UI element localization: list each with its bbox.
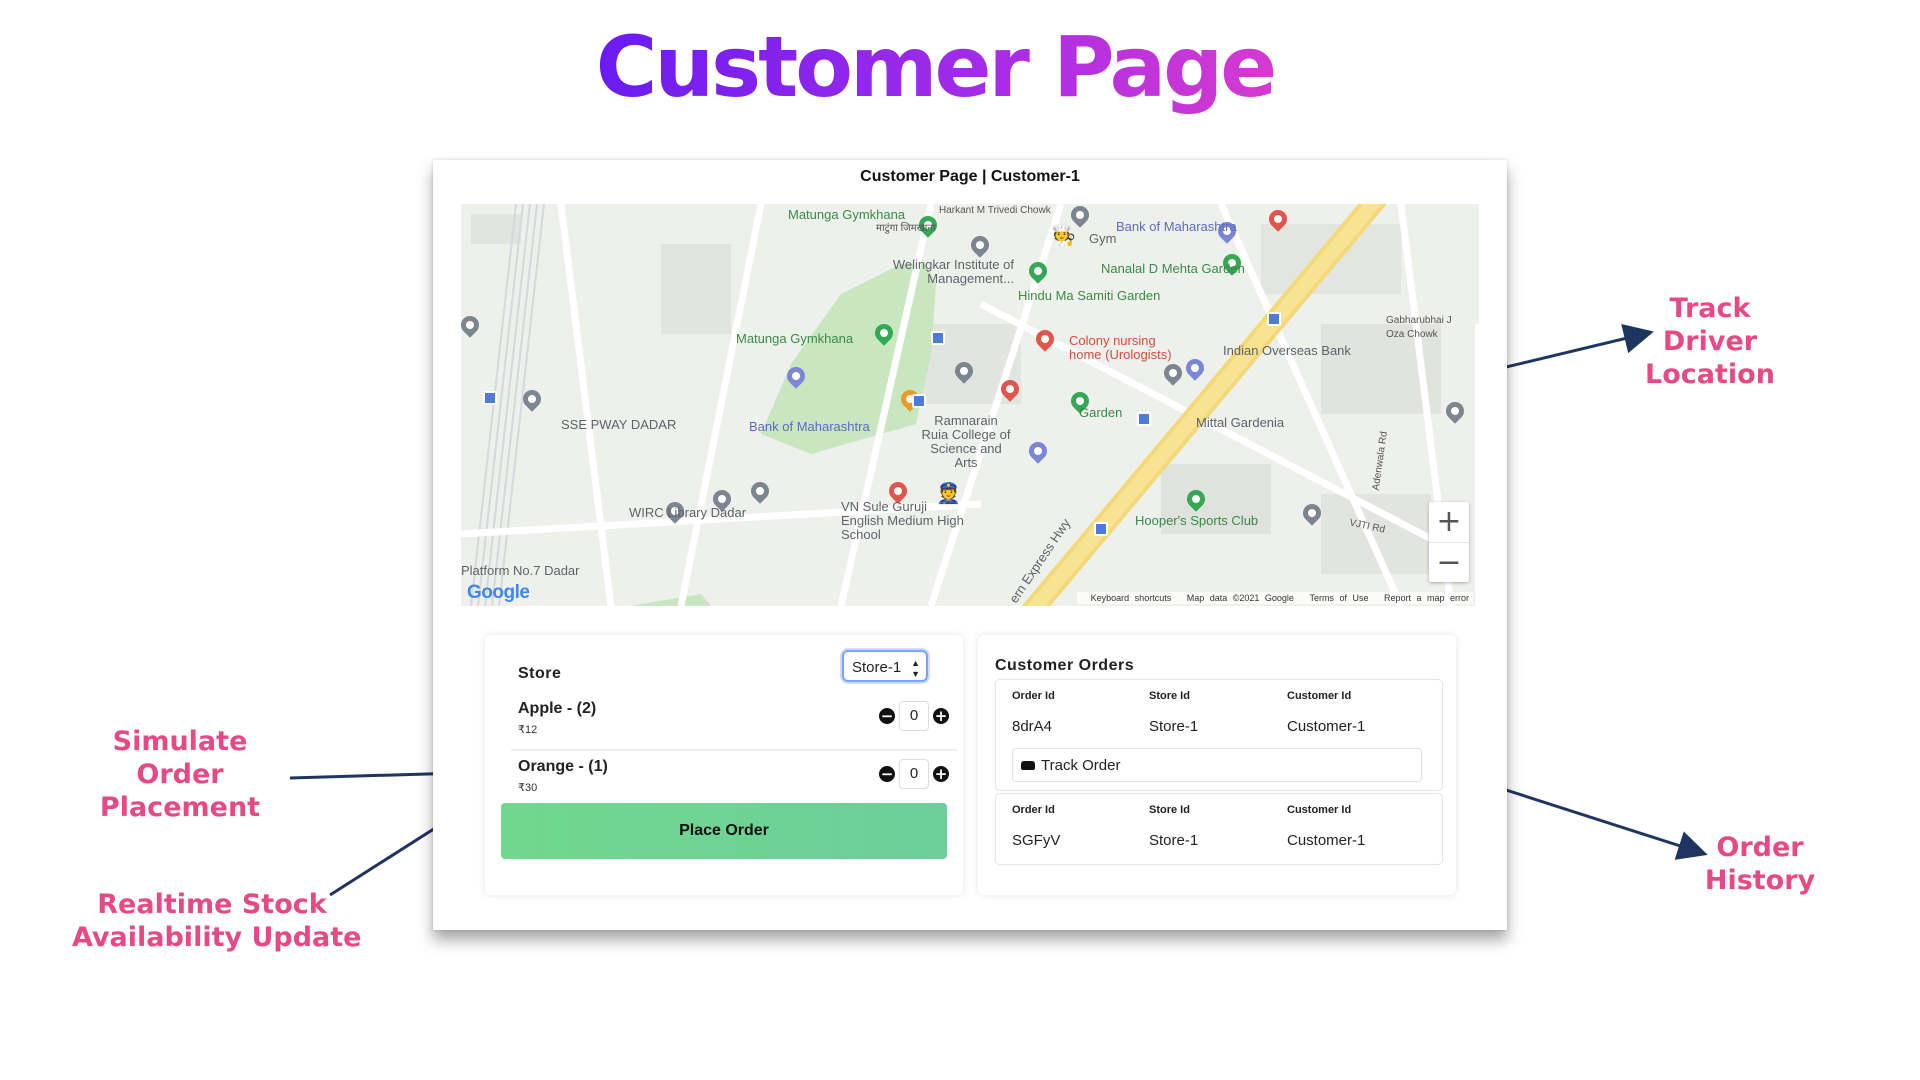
place-order-button[interactable]: Place Order — [501, 803, 947, 859]
increment-icon[interactable]: + — [933, 766, 949, 782]
app-window: Customer Page | Customer-1 — [433, 160, 1507, 930]
map-label: Harkant M Trivedi Chowk — [939, 205, 1051, 216]
increment-icon[interactable]: + — [933, 708, 949, 724]
product-name: Orange - (1) — [518, 758, 608, 775]
map-zoom-control: + − — [1429, 502, 1469, 582]
store-label: Store — [518, 665, 562, 682]
map-label: Mittal Gardenia — [1196, 415, 1285, 430]
map-label: Gym — [1089, 231, 1117, 246]
product-row: Apple - (2) ₹12 − 0 + — [511, 691, 957, 747]
customer-id-header: Customer Id — [1287, 804, 1352, 816]
map-label: Matunga Gymkhana — [736, 331, 854, 346]
map-label: Platform No.7 Dadar — [461, 563, 580, 578]
customer-orders-panel: Customer Orders Order Id Store Id Custom… — [978, 635, 1456, 895]
bus-stop-icon — [1267, 312, 1281, 326]
store-select[interactable]: Store-1 ▲ ▼ — [842, 650, 928, 682]
zoom-out-button[interactable]: − — [1429, 543, 1469, 583]
store-id: Store-1 — [1149, 832, 1199, 849]
order-card: Order Id Store Id Customer Id SGFyV Stor… — [995, 793, 1443, 865]
customer-id: Customer-1 — [1287, 718, 1366, 735]
map-data-text: Map data ©2021 Google — [1186, 593, 1294, 603]
map-label: Ramnarain Ruia College of Science and Ar… — [921, 413, 1011, 470]
product-price: ₹30 — [518, 782, 538, 794]
store-select-value: Store-1 — [852, 659, 902, 676]
map-label: SSE PWAY DADAR — [561, 417, 677, 432]
order-card: Order Id Store Id Customer Id 8drA4 Stor… — [995, 679, 1443, 791]
map-label: VN Sule Guruji English Medium High Schoo… — [841, 499, 964, 542]
map-label: Bank of Maharashtra — [749, 419, 870, 434]
bus-stop-icon — [483, 391, 497, 405]
slide-title: Customer Page — [595, 18, 1278, 116]
store-id: Store-1 — [1149, 718, 1199, 735]
track-order-button[interactable]: Track Order — [1012, 748, 1422, 782]
bus-stop-icon — [1094, 522, 1108, 536]
order-id: SGFyV — [1012, 832, 1061, 849]
product-row: Orange - (1) ₹30 − 0 + — [511, 749, 957, 805]
order-id-header: Order Id — [1012, 690, 1055, 702]
zoom-in-button[interactable]: + — [1429, 502, 1469, 543]
annotation-realtime-stock: Realtime Stock Availability Update — [72, 889, 362, 953]
quantity-stepper: − 0 + — [879, 701, 949, 731]
car-icon — [1021, 761, 1035, 770]
annotation-order-history: Order History — [1704, 832, 1816, 896]
map-label: माटुंगा जिमखाना — [876, 223, 936, 234]
map-label: Colony nursing home (Urologists) — [1069, 333, 1172, 362]
keyboard-shortcuts-link[interactable]: Keyboard shortcuts — [1091, 593, 1172, 603]
product-price: ₹12 — [518, 724, 538, 736]
map-label: Matunga Gymkhana — [788, 207, 906, 222]
map-attribution: Keyboard shortcuts Map data ©2021 Google… — [1076, 592, 1473, 604]
map-view[interactable]: 👮 🧑‍🍳 Matunga Gymkhana माटुंगा जिमखाना H… — [461, 204, 1479, 606]
quantity-stepper: − 0 + — [879, 759, 949, 789]
map-label: Hindu Ma Samiti Garden — [1018, 288, 1161, 303]
google-logo: Google — [467, 582, 530, 604]
map-label: Bank of Maharashtra — [1116, 219, 1237, 234]
orders-title: Customer Orders — [995, 657, 1135, 674]
map-label: Welingkar Institute of Management... — [892, 257, 1014, 286]
product-name: Apple - (2) — [518, 700, 597, 717]
bus-stop-icon — [1137, 412, 1151, 426]
annotation-simulate-order: Simulate Order Placement — [99, 726, 261, 823]
quantity-field[interactable]: 0 — [899, 759, 929, 789]
customer-id: Customer-1 — [1287, 832, 1366, 849]
map-label: Garden — [1079, 405, 1123, 420]
store-panel: Store Store-1 ▲ ▼ Apple - (2) ₹12 − 0 + O… — [485, 635, 963, 895]
store-id-header: Store Id — [1149, 690, 1190, 702]
customer-id-header: Customer Id — [1287, 690, 1352, 702]
decrement-icon[interactable]: − — [879, 708, 895, 724]
window-title: Customer Page | Customer-1 — [860, 168, 1080, 185]
select-arrows-icon: ▲ ▼ — [911, 658, 920, 679]
google-logo-text: Google — [467, 582, 530, 603]
map-label: Nanalal D Mehta Garden — [1101, 261, 1245, 276]
store-id-header: Store Id — [1149, 804, 1190, 816]
map-label: WIRC Library Dadar — [629, 505, 747, 520]
order-id: 8drA4 — [1012, 718, 1053, 735]
order-id-header: Order Id — [1012, 804, 1055, 816]
quantity-field[interactable]: 0 — [899, 701, 929, 731]
delivery-person-icon[interactable]: 🧑‍🍳 — [1051, 226, 1076, 246]
terms-link[interactable]: Terms of Use — [1309, 593, 1368, 603]
annotation-track-driver: Track Driver Location — [1645, 293, 1775, 390]
map-label: Hooper's Sports Club — [1135, 513, 1259, 528]
decrement-icon[interactable]: − — [879, 766, 895, 782]
map-label: Indian Overseas Bank — [1223, 343, 1351, 358]
track-order-label: Track Order — [1041, 757, 1121, 774]
bus-stop-icon — [931, 331, 945, 345]
bus-stop-icon — [912, 394, 926, 408]
map-label: Gabharubhai J Oza Chowk — [1386, 315, 1452, 340]
report-error-link[interactable]: Report a map error — [1384, 593, 1469, 603]
